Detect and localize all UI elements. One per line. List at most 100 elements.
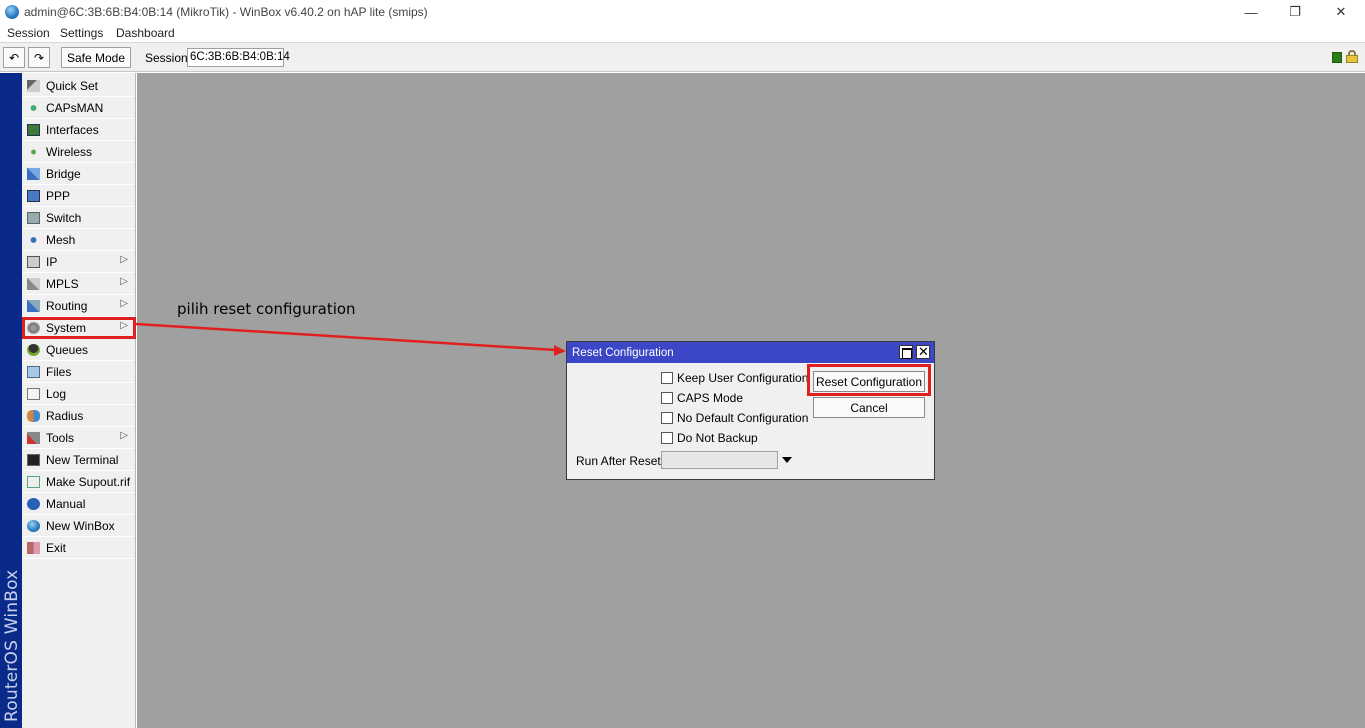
checkbox-box[interactable] xyxy=(661,372,673,384)
queues-icon xyxy=(26,342,41,357)
submenu-arrow-icon: ▷ xyxy=(120,298,128,309)
sidebar-item-label: Wireless xyxy=(46,144,93,159)
checkbox-box[interactable] xyxy=(661,432,673,444)
dropdown-arrow-icon[interactable] xyxy=(782,457,792,463)
sidebar-item-label: Log xyxy=(46,386,67,401)
minimize-button[interactable]: — xyxy=(1228,0,1274,24)
menu-dashboard[interactable]: Dashboard xyxy=(116,26,175,40)
safe-mode-button[interactable]: Safe Mode xyxy=(61,47,131,68)
sidebar-item-label: CAPsMAN xyxy=(46,100,104,115)
mesh-icon xyxy=(26,232,41,247)
sidebar-item-label: Interfaces xyxy=(46,122,99,137)
bridge-icon xyxy=(26,166,41,181)
sidebar-item-label: Quick Set xyxy=(46,78,99,93)
files-icon xyxy=(26,364,41,379)
ppp-icon xyxy=(26,188,41,203)
sidebar-item-queues[interactable]: Queues xyxy=(22,339,134,361)
wireless-icon xyxy=(26,144,41,159)
sidebar-item-label: MPLS xyxy=(46,276,79,291)
sidebar-item-routing[interactable]: Routing ▷ xyxy=(22,295,134,317)
sidebar-item-label: New Terminal xyxy=(46,452,119,467)
redo-button[interactable]: ↷ xyxy=(28,47,50,68)
sidebar-item-switch[interactable]: Switch xyxy=(22,207,134,229)
submenu-arrow-icon: ▷ xyxy=(120,276,128,287)
session-label: Session: xyxy=(145,51,192,65)
sidebar-item-log[interactable]: Log xyxy=(22,383,134,405)
connection-status-icon xyxy=(1332,52,1342,63)
run-after-reset-select[interactable] xyxy=(661,451,778,469)
sidebar-item-manual[interactable]: Manual xyxy=(22,493,134,515)
capsman-icon xyxy=(26,100,41,115)
reset-configuration-dialog: Reset Configuration ✕ Keep User Configur… xyxy=(566,341,935,480)
sidebar-item-label: Mesh xyxy=(46,232,76,247)
cancel-button[interactable]: Cancel xyxy=(813,397,925,418)
sidebar-item-tools[interactable]: Tools ▷ xyxy=(22,427,134,449)
quick-set-icon xyxy=(26,78,41,93)
sidebar-item-wireless[interactable]: Wireless xyxy=(22,141,134,163)
log-icon xyxy=(26,386,41,401)
sidebar-item-quick-set[interactable]: Quick Set xyxy=(22,75,134,97)
sidebar-item-make-supout-rif[interactable]: Make Supout.rif xyxy=(22,471,134,493)
sidebar-item-files[interactable]: Files xyxy=(22,361,134,383)
undo-button[interactable]: ↶ xyxy=(3,47,25,68)
sidebar-item-label: Radius xyxy=(46,408,84,423)
sidebar: Quick Set CAPsMAN Interfaces Wireless Bridge… xyxy=(22,73,136,728)
sidebar-item-bridge[interactable]: Bridge xyxy=(22,163,134,185)
submenu-arrow-icon: ▷ xyxy=(120,254,128,265)
sidebar-item-interfaces[interactable]: Interfaces xyxy=(22,119,134,141)
brand-text: RouterOS WinBox xyxy=(2,569,22,722)
do-not-backup-checkbox[interactable]: Do Not Backup xyxy=(661,431,758,445)
sidebar-item-radius[interactable]: Radius xyxy=(22,405,134,427)
checkbox-box[interactable] xyxy=(661,412,673,424)
menu-session[interactable]: Session xyxy=(7,26,50,40)
supout-icon xyxy=(26,474,41,489)
sidebar-item-label: Bridge xyxy=(46,166,81,181)
sidebar-item-mesh[interactable]: Mesh xyxy=(22,229,134,251)
sidebar-item-new-terminal[interactable]: New Terminal xyxy=(22,449,134,471)
menu-bar: Session Settings Dashboard xyxy=(0,24,1365,42)
sidebar-item-label: System xyxy=(46,320,87,335)
dialog-close-button[interactable]: ✕ xyxy=(916,344,930,359)
reset-configuration-button[interactable]: Reset Configuration xyxy=(813,371,925,392)
sidebar-item-system[interactable]: System ▷ xyxy=(22,317,134,339)
caps-mode-checkbox[interactable]: CAPS Mode xyxy=(661,391,743,405)
ip-icon xyxy=(26,254,41,269)
title-bar: admin@6C:3B:6B:B4:0B:14 (MikroTik) - Win… xyxy=(0,0,1365,24)
maximize-button[interactable]: ❐ xyxy=(1272,0,1318,24)
sidebar-item-label: Routing xyxy=(46,298,88,313)
checkbox-label: No Default Configuration xyxy=(677,411,809,425)
sidebar-item-label: Files xyxy=(46,364,72,379)
dialog-title: Reset Configuration xyxy=(572,347,674,359)
sidebar-item-label: New WinBox xyxy=(46,518,115,533)
no-default-config-checkbox[interactable]: No Default Configuration xyxy=(661,411,808,425)
winbox-logo-icon xyxy=(5,5,19,19)
sidebar-item-exit[interactable]: Exit xyxy=(22,537,134,559)
mpls-icon xyxy=(26,276,41,291)
sidebar-item-capsman[interactable]: CAPsMAN xyxy=(22,97,134,119)
menu-settings[interactable]: Settings xyxy=(60,26,103,40)
close-icon: ✕ xyxy=(918,344,929,359)
close-window-button[interactable]: ✕ xyxy=(1318,0,1364,24)
sidebar-item-label: Manual xyxy=(46,496,86,511)
winbox-app: admin@6C:3B:6B:B4:0B:14 (MikroTik) - Win… xyxy=(0,0,1365,728)
sidebar-item-new-winbox[interactable]: New WinBox xyxy=(22,515,134,537)
winbox-icon xyxy=(26,518,41,533)
checkbox-box[interactable] xyxy=(661,392,673,404)
sidebar-item-label: Tools xyxy=(46,430,75,445)
sidebar-item-mpls[interactable]: MPLS ▷ xyxy=(22,273,134,295)
checkbox-label: CAPS Mode xyxy=(677,391,744,405)
session-field[interactable]: 6C:3B:6B:B4:0B:14 xyxy=(187,48,290,67)
tools-icon xyxy=(26,430,41,445)
sidebar-item-label: IP xyxy=(46,254,58,269)
manual-icon xyxy=(26,496,41,511)
sidebar-item-ppp[interactable]: PPP xyxy=(22,185,134,207)
keep-user-config-checkbox[interactable]: Keep User Configuration xyxy=(661,371,808,385)
checkbox-label: Keep User Configuration xyxy=(677,371,809,385)
dialog-maximize-button[interactable] xyxy=(899,345,913,359)
submenu-arrow-icon: ▷ xyxy=(120,320,128,331)
dialog-title-bar[interactable]: Reset Configuration ✕ xyxy=(567,342,934,363)
run-after-reset-label: Run After Reset: xyxy=(576,454,665,468)
lock-icon xyxy=(1346,50,1358,63)
radius-icon xyxy=(26,408,41,423)
sidebar-item-ip[interactable]: IP ▷ xyxy=(22,251,134,273)
